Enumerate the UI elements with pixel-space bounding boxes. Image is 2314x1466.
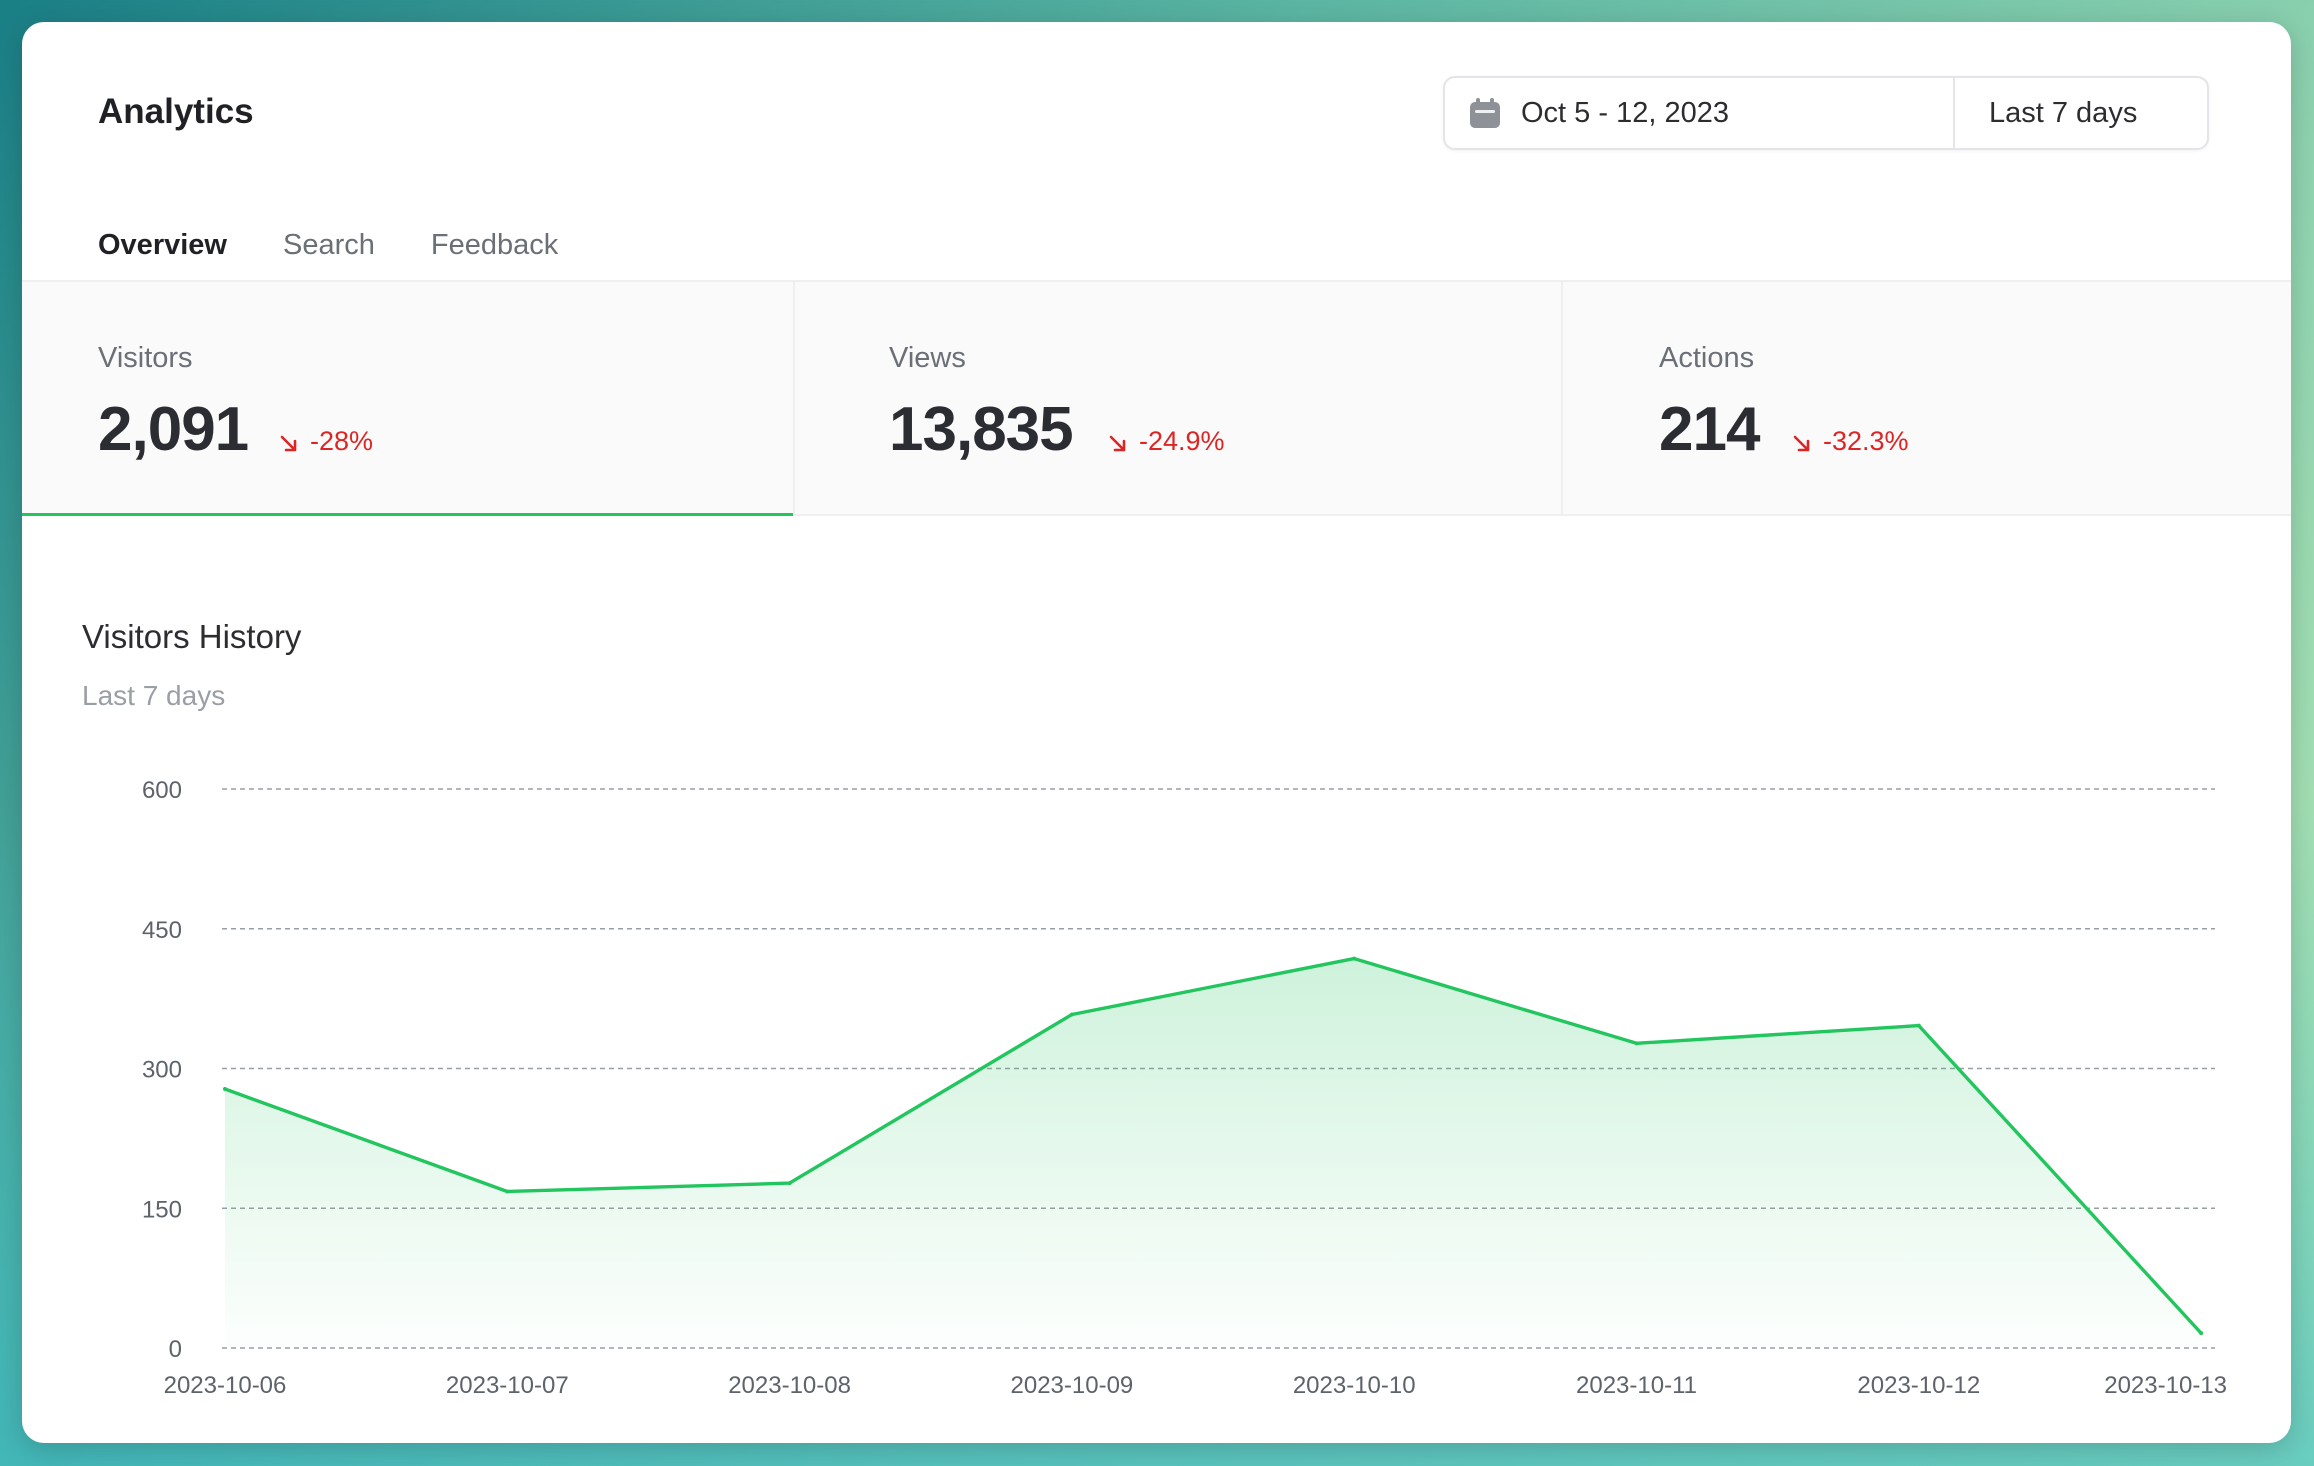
x-tick-label: 2023-10-06	[164, 1372, 287, 1399]
x-tick-label: 2023-10-07	[446, 1372, 569, 1399]
data-point	[1352, 956, 1357, 961]
x-tick-label: 2023-10-08	[728, 1372, 851, 1399]
y-tick-label: 600	[142, 777, 182, 804]
analytics-card: Analytics Oct 5 - 12, 2023 Last 7 days O…	[22, 22, 2291, 1443]
data-point	[1916, 1023, 1921, 1028]
y-tick-label: 450	[142, 917, 182, 944]
data-point	[2199, 1331, 2204, 1336]
y-tick-label: 300	[142, 1057, 182, 1084]
y-tick-label: 0	[169, 1336, 182, 1363]
chart-area-layer	[223, 956, 2204, 1348]
data-point	[787, 1181, 792, 1186]
x-tick-label: 2023-10-13	[2104, 1372, 2227, 1399]
x-tick-label: 2023-10-12	[1857, 1372, 1980, 1399]
data-point	[1634, 1041, 1639, 1046]
series-area-fill	[225, 958, 2202, 1348]
data-point	[1069, 1012, 1074, 1017]
visitors-history-chart: 0 150 300 450 600 2023-10-06 2023-10-07 2023-10…	[142, 777, 2227, 1399]
y-tick-label: 150	[142, 1196, 182, 1223]
x-tick-label: 2023-10-10	[1293, 1372, 1416, 1399]
x-tick-label: 2023-10-09	[1011, 1372, 1134, 1399]
data-point	[505, 1189, 510, 1194]
data-point	[223, 1086, 227, 1091]
x-tick-label: 2023-10-11	[1576, 1372, 1697, 1399]
